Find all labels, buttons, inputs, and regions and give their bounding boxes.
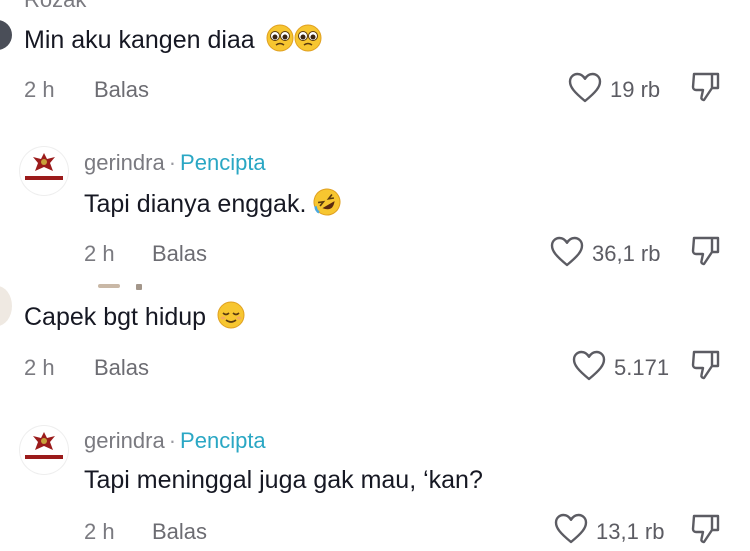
comment-text-content: Capek bgt hidup [24,303,207,331]
reply-button[interactable]: Balas [94,77,149,103]
heart-outline-icon[interactable] [550,236,584,273]
separator-dot: · [168,428,177,453]
pleading-face-emoji [266,24,294,59]
comment-text-content: Min aku kangen diaa [24,26,255,54]
reply-button[interactable]: Balas [152,241,207,267]
comment-text: Tapi meninggal juga gak mau, ‘kan? [84,466,483,495]
avatar[interactable] [20,147,68,195]
like-count: 19 rb [610,77,661,102]
comment-time: 2 h [84,519,115,544]
comment-time: 2 h [24,77,55,102]
comment-time: 2 h [84,241,115,266]
comment-text: Tapi dianya enggak. [84,188,341,223]
comment-username-text[interactable]: gerindra [84,150,165,175]
relieved-face-emoji [217,301,245,336]
logo-bar [25,455,63,459]
heart-outline-icon[interactable] [572,350,606,387]
comment-username: gerindra · Pencipta [84,150,266,176]
comment-username-text[interactable]: gerindra [84,428,165,453]
garuda-logo-icon [33,432,55,450]
creator-badge: Pencipta [180,428,266,453]
comment-text-content: Tapi dianya enggak. [84,190,307,218]
avatar-fragment [98,284,120,288]
avatar[interactable] [0,286,12,326]
reply-button[interactable]: Balas [94,355,149,381]
comment-text: Min aku kangen diaa [24,24,322,59]
rolling-laughing-face-emoji [313,188,341,223]
thumbs-down-icon[interactable] [690,512,722,551]
thumbs-down-icon[interactable] [690,348,722,387]
avatar-fragment [136,284,142,290]
thumbs-down-icon[interactable] [690,234,722,273]
heart-outline-icon[interactable] [554,513,588,550]
comment-text-content: Tapi meninggal juga gak mau, ‘kan? [84,466,483,494]
garuda-logo-icon [33,153,55,171]
avatar[interactable] [20,426,68,474]
comment-username[interactable]: Rozak [24,0,86,13]
pleading-face-emoji [294,24,322,59]
logo-bar [25,176,63,180]
comment-username: gerindra · Pencipta [84,428,266,454]
creator-badge: Pencipta [180,150,266,175]
heart-outline-icon[interactable] [568,72,602,109]
avatar[interactable] [0,20,12,50]
comment-text: Capek bgt hidup [24,301,245,336]
reply-button[interactable]: Balas [152,519,207,545]
like-count: 13,1 rb [596,519,665,544]
separator-dot: · [168,150,177,175]
thumbs-down-icon[interactable] [690,70,722,109]
comment-time: 2 h [24,355,55,380]
like-count: 5.171 [614,355,670,380]
like-count: 36,1 rb [592,241,661,266]
